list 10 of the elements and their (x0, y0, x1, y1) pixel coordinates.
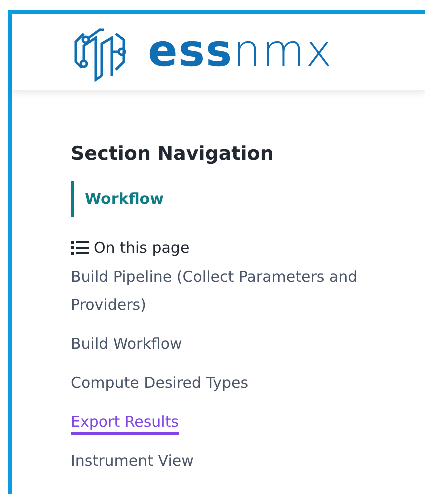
toc-heading: On this page (94, 239, 190, 257)
toc-link[interactable]: Compute Desired Types (71, 369, 249, 397)
logo-text[interactable]: essnmx (148, 30, 334, 74)
list-icon (71, 241, 89, 255)
toc-link[interactable]: Instrument View (71, 447, 194, 475)
toc-link[interactable]: Export Results (71, 408, 180, 436)
section-heading: Section Navigation (71, 143, 275, 165)
toc-link[interactable]: Build Workflow (71, 330, 182, 358)
nav-item[interactable]: Workflow (71, 181, 401, 217)
toc-link[interactable]: Build Pipeline (Collect Parameters and Providers) (71, 263, 401, 319)
